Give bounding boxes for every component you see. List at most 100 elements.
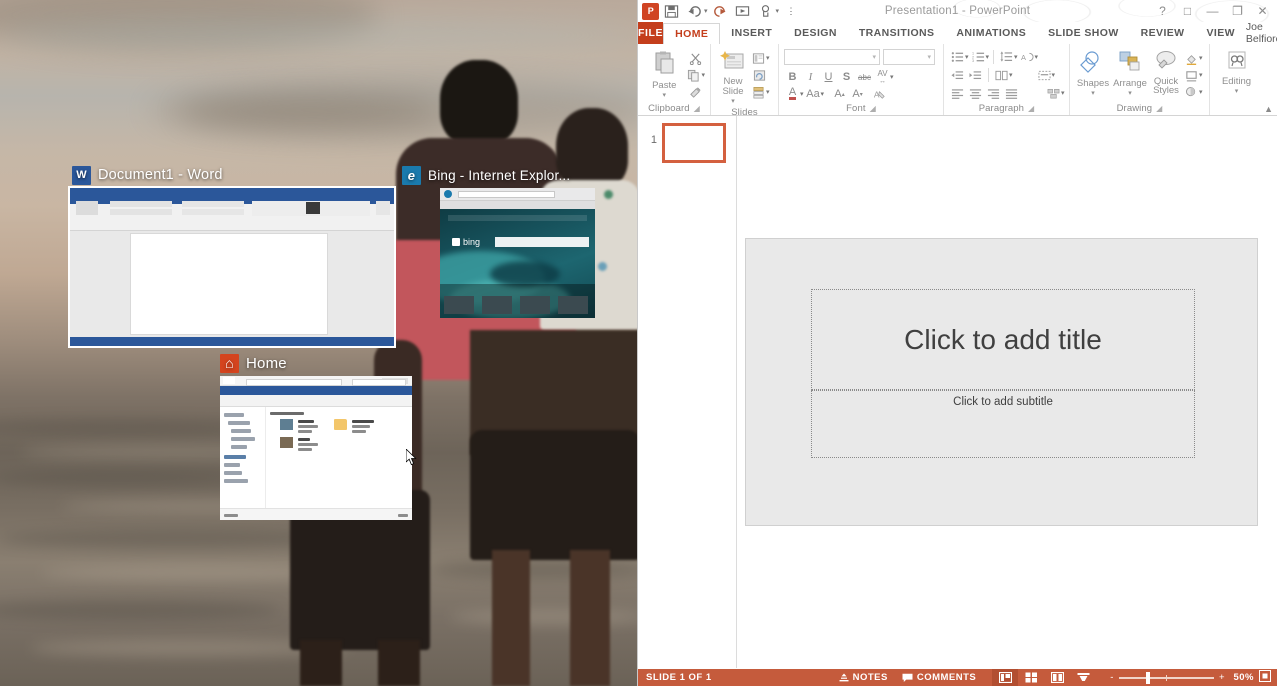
help-button[interactable]: ?: [1150, 1, 1175, 21]
tab-slide-show[interactable]: SLIDE SHOW: [1037, 22, 1130, 44]
slide-edit-pane[interactable]: Click to add title Click to add subtitle: [737, 116, 1277, 668]
editing-button[interactable]: Editing ▾: [1215, 48, 1258, 97]
columns-button[interactable]: [993, 67, 1010, 83]
minimize-button[interactable]: —: [1200, 1, 1225, 21]
increase-font-size-button[interactable]: A ▴: [831, 86, 848, 102]
notes-button[interactable]: NOTES: [839, 672, 888, 683]
align-right-button[interactable]: [985, 85, 1002, 101]
taskview-item-home[interactable]: ⌂ Home: [218, 350, 414, 520]
powerpoint-window[interactable]: P ▾ ▾ ⋮ Presentation1 - PowerPoint ? □ —…: [637, 0, 1277, 686]
collapse-ribbon-button[interactable]: ▲: [1264, 104, 1273, 114]
ribbon-tabbar[interactable]: FILE HOME INSERT DESIGN TRANSITIONS ANIM…: [638, 21, 1277, 45]
thumbnail-list[interactable]: 1: [648, 123, 726, 163]
reading-view-button[interactable]: [1044, 669, 1070, 686]
slide-thumbnail-pane[interactable]: 1: [638, 116, 736, 668]
tab-home[interactable]: HOME: [663, 23, 721, 44]
section-button[interactable]: [750, 84, 767, 100]
align-center-button[interactable]: [967, 85, 984, 101]
paragraph-dialog-launcher[interactable]: ◢: [1028, 104, 1034, 113]
justify-button[interactable]: [1003, 85, 1020, 101]
shapes-dropdown-caret[interactable]: ▾: [1091, 89, 1095, 99]
zoom-controls[interactable]: - + 50%: [1110, 670, 1277, 685]
format-painter-button[interactable]: [685, 84, 705, 100]
line-spacing-dropdown-caret[interactable]: ▾: [1014, 53, 1018, 61]
font-color-dropdown-caret[interactable]: ▾: [800, 90, 804, 98]
convert-to-smartart-button[interactable]: [1045, 85, 1062, 101]
user-account-menu[interactable]: Joe Belfiore ▾: [1246, 21, 1277, 45]
zoom-slider[interactable]: [1118, 671, 1214, 684]
shape-effects-dropdown-caret[interactable]: ▾: [1199, 88, 1203, 96]
shape-outline-button[interactable]: [1183, 67, 1200, 83]
customize-qat-button[interactable]: ⋮: [780, 1, 802, 21]
comments-button[interactable]: COMMENTS: [902, 672, 976, 683]
touch-mode-dropdown-caret[interactable]: ▾: [776, 7, 780, 15]
font-name-caret[interactable]: ▾: [872, 53, 876, 61]
tab-animations[interactable]: ANIMATIONS: [945, 22, 1037, 44]
explorer-preview-content[interactable]: [266, 407, 412, 508]
font-name-combobox[interactable]: ▾: [784, 49, 880, 65]
align-left-button[interactable]: [949, 85, 966, 101]
increase-indent-button[interactable]: [967, 67, 984, 83]
line-spacing-button[interactable]: [998, 49, 1015, 65]
tab-file[interactable]: FILE: [638, 22, 664, 44]
paste-dropdown-caret[interactable]: ▾: [662, 91, 666, 101]
ribbon-display-options-button[interactable]: □: [1175, 1, 1200, 21]
strikethrough-button[interactable]: abc: [856, 69, 873, 85]
section-dropdown-caret[interactable]: ▾: [766, 88, 770, 96]
underline-button[interactable]: U: [820, 69, 837, 85]
decrease-font-size-button[interactable]: A ▾: [849, 86, 866, 102]
italic-button[interactable]: I: [802, 69, 819, 85]
align-text-dropdown-caret[interactable]: ▾: [1052, 71, 1056, 79]
desktop-taskview-background[interactable]: W Document1 - Word e Bing - Internet Exp…: [0, 0, 637, 686]
layout-dropdown-caret[interactable]: ▾: [766, 54, 770, 62]
character-spacing-dropdown-caret[interactable]: ▾: [890, 73, 894, 81]
paste-button[interactable]: Paste ▾: [643, 48, 685, 101]
change-case-button[interactable]: Aa: [805, 86, 822, 102]
bullets-button[interactable]: [949, 49, 966, 65]
close-button[interactable]: ✕: [1250, 1, 1275, 21]
undo-dropdown-caret[interactable]: ▾: [704, 7, 708, 15]
taskview-item-word[interactable]: W Document1 - Word: [68, 162, 396, 348]
folder-thumbnail[interactable]: [280, 419, 293, 430]
cut-button[interactable]: [685, 50, 705, 66]
touch-mouse-mode-button[interactable]: [755, 1, 777, 21]
quick-access-toolbar[interactable]: P ▾ ▾ ⋮: [638, 1, 802, 21]
font-color-button[interactable]: A: [784, 86, 801, 102]
folder-icon[interactable]: [334, 419, 347, 430]
character-spacing-button[interactable]: AV ↔: [874, 69, 891, 86]
new-slide-button[interactable]: New Slide ▾: [716, 48, 750, 107]
start-from-beginning-button[interactable]: [732, 1, 754, 21]
restore-button[interactable]: ❐: [1225, 1, 1250, 21]
copy-button[interactable]: [685, 67, 702, 83]
folder-thumbnail[interactable]: [280, 437, 293, 448]
arrange-button[interactable]: Arrange ▾: [1111, 48, 1149, 99]
ribbon[interactable]: Paste ▾ ▾ Clipboard ◢ New Slide ▾ ▾ ▾ Sl…: [638, 44, 1277, 116]
window-controls[interactable]: ? □ — ❐ ✕: [1150, 0, 1275, 22]
slide-show-button[interactable]: [1070, 669, 1096, 686]
arrange-dropdown-caret[interactable]: ▾: [1128, 89, 1132, 99]
tab-insert[interactable]: INSERT: [720, 22, 783, 44]
slide-sorter-view-button[interactable]: [1018, 669, 1044, 686]
slide-counter[interactable]: SLIDE 1 OF 1: [638, 672, 712, 683]
slide-canvas[interactable]: Click to add title Click to add subtitle: [745, 238, 1258, 526]
editing-dropdown-caret[interactable]: ▾: [1235, 87, 1239, 97]
copy-dropdown-caret[interactable]: ▾: [701, 71, 705, 79]
zoom-slider-handle[interactable]: [1146, 671, 1151, 684]
font-dialog-launcher[interactable]: ◢: [870, 104, 876, 113]
taskview-thumbnail-internet-explorer[interactable]: bing: [440, 188, 595, 318]
shape-effects-button[interactable]: [1183, 84, 1200, 100]
bing-search-input[interactable]: [495, 237, 589, 247]
view-buttons[interactable]: [992, 669, 1096, 686]
shapes-button[interactable]: Shapes ▾: [1075, 48, 1111, 99]
taskview-thumbnail-word[interactable]: [68, 186, 396, 348]
bullets-dropdown-caret[interactable]: ▾: [965, 53, 969, 61]
align-text-button[interactable]: [1036, 67, 1053, 83]
numbering-dropdown-caret[interactable]: ▾: [986, 53, 990, 61]
taskview-thumbnail-home[interactable]: [220, 376, 412, 520]
tab-view[interactable]: VIEW: [1195, 22, 1245, 44]
redo-button[interactable]: [709, 1, 731, 21]
tab-transitions[interactable]: TRANSITIONS: [848, 22, 946, 44]
new-slide-dropdown-caret[interactable]: ▾: [731, 97, 735, 107]
layout-button[interactable]: [750, 50, 767, 66]
font-size-caret[interactable]: ▾: [927, 53, 931, 61]
